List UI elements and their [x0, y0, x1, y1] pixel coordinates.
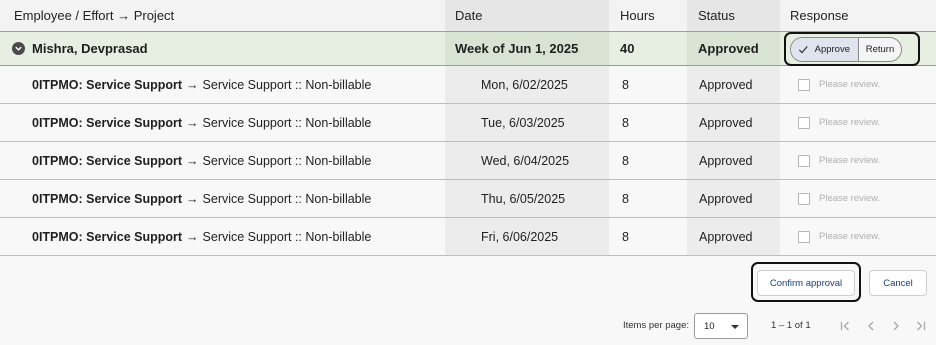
approve-label: Approve [814, 44, 850, 55]
table-row: 0ITPMO: Service Support → Service Suppor… [0, 218, 936, 256]
chevron-down-circle-icon[interactable] [12, 42, 25, 55]
row-hours: 8 [622, 191, 629, 206]
project-detail: Service Support :: Non-billable [202, 153, 372, 168]
chevron-right-icon[interactable] [889, 319, 903, 333]
last-page-icon[interactable] [914, 319, 928, 333]
project-detail: Service Support :: Non-billable [202, 77, 372, 92]
date-column-header[interactable]: Date [445, 0, 609, 31]
group-week: Week of Jun 1, 2025 [445, 32, 609, 65]
row-date: Tue, 6/03/2025 [445, 104, 609, 141]
row-date: Thu, 6/05/2025 [445, 180, 609, 217]
confirm-approval-button[interactable]: Confirm approval [757, 270, 855, 296]
project-code: 0ITPMO: Service Support [32, 153, 183, 168]
return-label: Return [865, 44, 895, 55]
arrow-icon: → [186, 191, 199, 206]
review-checkbox[interactable] [798, 154, 810, 167]
approve-option[interactable]: Approve [791, 38, 859, 61]
row-status: Approved [687, 180, 780, 217]
project-detail: Service Support :: Non-billable [202, 191, 372, 206]
table-row: 0ITPMO: Service Support → Service Suppor… [0, 104, 936, 142]
arrow-icon: → [186, 153, 199, 168]
review-checkbox[interactable] [798, 78, 810, 91]
project-code: 0ITPMO: Service Support [32, 77, 183, 92]
project-code: 0ITPMO: Service Support [32, 191, 183, 206]
dropdown-caret-icon [731, 325, 739, 329]
checkmark-icon [798, 46, 808, 54]
row-date: Mon, 6/02/2025 [445, 66, 609, 103]
review-placeholder[interactable]: Please review. [819, 79, 880, 90]
chevron-left-icon[interactable] [864, 319, 878, 333]
review-placeholder[interactable]: Please review. [819, 193, 880, 204]
project-code: 0ITPMO: Service Support [32, 115, 183, 130]
items-per-page-select[interactable]: 10 [694, 313, 748, 339]
table-header: Employee / Effort → Project Date Hours S… [0, 0, 936, 32]
employee-column-header[interactable]: Employee / Effort → Project [0, 0, 445, 31]
row-status: Approved [687, 104, 780, 141]
row-date: Fri, 6/06/2025 [445, 218, 609, 255]
status-column-header[interactable]: Status [687, 0, 780, 31]
project-detail: Service Support :: Non-billable [202, 115, 372, 130]
arrow-icon: → [186, 229, 199, 244]
first-page-icon[interactable] [838, 319, 852, 333]
table-row: 0ITPMO: Service Support → Service Suppor… [0, 142, 936, 180]
items-per-page-value: 10 [704, 320, 715, 332]
group-hours: 40 [620, 41, 635, 56]
row-date: Wed, 6/04/2025 [445, 142, 609, 179]
arrow-icon: → [186, 77, 199, 92]
response-column-header: Response [790, 8, 849, 23]
cancel-button[interactable]: Cancel [869, 270, 927, 296]
items-per-page-label: Items per page: [623, 320, 690, 331]
row-status: Approved [687, 142, 780, 179]
row-hours: 8 [622, 115, 629, 130]
review-placeholder[interactable]: Please review. [819, 117, 880, 128]
page-range-label: 1 – 1 of 1 [771, 320, 811, 331]
row-hours: 8 [622, 229, 629, 244]
employee-name: Mishra, Devprasad [32, 41, 148, 56]
review-placeholder[interactable]: Please review. [819, 155, 880, 166]
project-code: 0ITPMO: Service Support [32, 229, 183, 244]
row-status: Approved [687, 218, 780, 255]
table-row: 0ITPMO: Service Support → Service Suppor… [0, 180, 936, 218]
hours-column-header[interactable]: Hours [609, 0, 687, 31]
row-status: Approved [687, 66, 780, 103]
arrow-icon: → [186, 115, 199, 130]
paginator: Items per page: 10 1 – 1 of 1 [0, 313, 936, 339]
review-checkbox[interactable] [798, 116, 810, 129]
project-detail: Service Support :: Non-billable [202, 229, 372, 244]
review-checkbox[interactable] [798, 230, 810, 243]
group-status: Approved [687, 32, 780, 65]
review-checkbox[interactable] [798, 192, 810, 205]
row-hours: 8 [622, 77, 629, 92]
table-row: 0ITPMO: Service Support → Service Suppor… [0, 66, 936, 104]
row-hours: 8 [622, 153, 629, 168]
review-placeholder[interactable]: Please review. [819, 231, 880, 242]
approve-return-toggle[interactable]: Approve Return [790, 37, 902, 62]
return-option[interactable]: Return [859, 38, 901, 61]
